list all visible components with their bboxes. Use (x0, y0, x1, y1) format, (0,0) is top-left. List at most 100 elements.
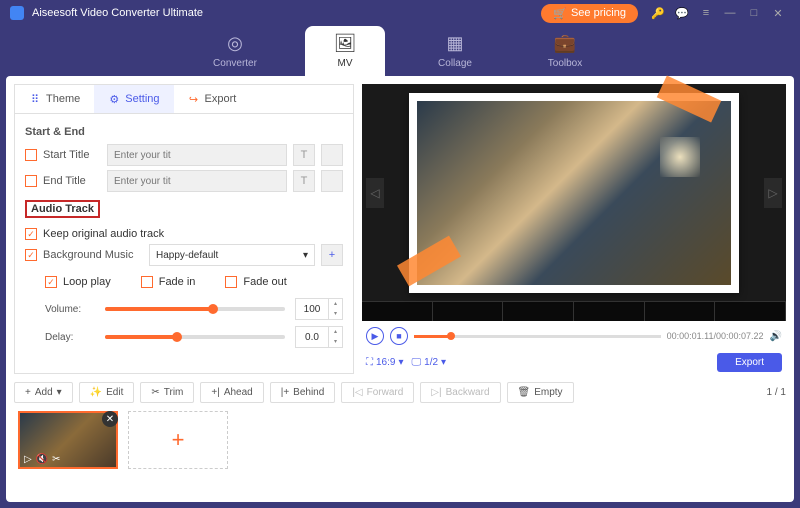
loop-play-label: Loop play (63, 276, 111, 288)
toolbox-icon: 💼 (554, 33, 576, 54)
page-indicator: 1 / 1 (767, 387, 786, 398)
trim-button[interactable]: ✂Trim (140, 382, 194, 403)
add-label: Add (35, 387, 53, 398)
nav-converter-label: Converter (213, 58, 257, 69)
mv-icon: 🖼 (334, 33, 357, 54)
start-title-extra-btn[interactable] (321, 144, 343, 166)
menu-icon[interactable]: ≡ (698, 5, 714, 21)
nav-toolbox[interactable]: 💼 Toolbox (525, 26, 605, 76)
volume-value-box[interactable]: 100▴▾ (295, 298, 343, 320)
add-button[interactable]: +Add▾ (14, 382, 73, 403)
clip-cut-icon[interactable]: ✂ (52, 454, 60, 465)
time-display: 00:00:01.11/00:00:07.22 (667, 331, 764, 341)
close-icon[interactable]: ✕ (770, 5, 786, 21)
monitor-icon: 🖵 (412, 357, 422, 368)
fade-in-label: Fade in (159, 276, 196, 288)
nav-collage-label: Collage (438, 58, 472, 69)
pricing-label: See pricing (571, 7, 626, 19)
collage-icon: ▦ (446, 33, 463, 54)
scissors-icon: ✂ (151, 387, 159, 398)
key-icon[interactable]: 🔑 (650, 5, 666, 21)
backward-icon: ▷| (431, 387, 441, 398)
stop-button[interactable]: ■ (390, 327, 408, 345)
top-nav: ◎ Converter 🖼 MV ▦ Collage 💼 Toolbox (0, 26, 800, 76)
empty-button[interactable]: 🗑Empty (507, 382, 574, 403)
bg-music-checkbox[interactable] (25, 249, 37, 261)
play-button[interactable]: ▶ (366, 327, 384, 345)
nav-toolbox-label: Toolbox (548, 58, 582, 69)
maximize-icon[interactable]: □ (746, 5, 762, 21)
delay-up[interactable]: ▴ (328, 327, 342, 337)
fade-out-checkbox[interactable] (225, 276, 237, 288)
loop-play-checkbox[interactable] (45, 276, 57, 288)
volume-slider[interactable] (105, 307, 285, 311)
start-title-checkbox[interactable] (25, 149, 37, 161)
feedback-icon[interactable]: 💬 (674, 5, 690, 21)
keep-original-label: Keep original audio track (43, 228, 164, 240)
preview-image (417, 101, 731, 285)
minimize-icon[interactable]: — (722, 5, 738, 21)
ahead-button[interactable]: +|Ahead (200, 382, 263, 403)
chevron-down-icon: ▾ (303, 250, 308, 261)
app-logo (10, 6, 24, 20)
ahead-label: Ahead (224, 387, 253, 398)
tab-setting-label: Setting (125, 93, 159, 105)
behind-icon: |+ (281, 387, 289, 398)
content-area: ⠿ Theme ⚙ Setting ↪ Export Start & End S… (6, 76, 794, 502)
volume-up[interactable]: ▴ (328, 299, 342, 309)
bg-music-select[interactable]: Happy-default ▾ (149, 244, 315, 266)
fade-in-checkbox[interactable] (141, 276, 153, 288)
nav-converter[interactable]: ◎ Converter (195, 26, 275, 76)
filmstrip (362, 301, 786, 321)
settings-tabs: ⠿ Theme ⚙ Setting ↪ Export (15, 85, 353, 114)
zoom-select[interactable]: 🖵1/2▾ (412, 357, 447, 368)
start-title-label: Start Title (43, 149, 101, 161)
volume-down[interactable]: ▾ (328, 309, 342, 319)
tab-export[interactable]: ↪ Export (174, 85, 251, 113)
grid-icon: ⠿ (29, 93, 41, 105)
end-title-text-btn[interactable]: T (293, 170, 315, 192)
see-pricing-button[interactable]: 🛒 See pricing (541, 4, 638, 23)
start-title-text-btn[interactable]: T (293, 144, 315, 166)
gear-icon: ⚙ (108, 93, 120, 105)
app-title: Aiseesoft Video Converter Ultimate (32, 7, 203, 19)
chevron-down-icon: ▾ (441, 357, 446, 368)
export-button[interactable]: Export (717, 353, 782, 372)
nav-mv[interactable]: 🖼 MV (305, 26, 385, 76)
keep-original-checkbox[interactable] (25, 228, 37, 240)
next-arrow[interactable]: ▷ (764, 178, 782, 208)
edit-button[interactable]: ✨Edit (79, 382, 135, 403)
preview-frame (409, 93, 739, 293)
delay-slider[interactable] (105, 335, 285, 339)
end-title-checkbox[interactable] (25, 175, 37, 187)
aspect-icon: ⛶ (366, 357, 373, 368)
end-title-extra-btn[interactable] (321, 170, 343, 192)
cart-icon: 🛒 (553, 7, 567, 20)
behind-button[interactable]: |+Behind (270, 382, 336, 403)
backward-button[interactable]: ▷| Backward (420, 382, 500, 403)
settings-panel: ⠿ Theme ⚙ Setting ↪ Export Start & End S… (14, 84, 354, 374)
aspect-ratio-select[interactable]: ⛶16:9▾ (366, 357, 404, 368)
clip-thumbnail[interactable]: ✕ ▷ 🔇 ✂ (18, 411, 118, 469)
add-clip-button[interactable]: + (128, 411, 228, 469)
clip-play-icon[interactable]: ▷ (24, 454, 32, 465)
tab-setting[interactable]: ⚙ Setting (94, 85, 173, 113)
clip-mute-icon[interactable]: 🔇 (36, 454, 48, 465)
delay-down[interactable]: ▾ (328, 337, 342, 347)
nav-collage[interactable]: ▦ Collage (415, 26, 495, 76)
nav-mv-label: MV (338, 58, 353, 69)
backward-label: Backward (446, 387, 490, 398)
start-title-input[interactable] (107, 144, 287, 166)
delay-value-box[interactable]: 0.0▴▾ (295, 326, 343, 348)
forward-icon: |◁ (352, 387, 362, 398)
aspect-value: 16:9 (376, 357, 395, 368)
forward-button[interactable]: |◁Forward (341, 382, 414, 403)
volume-label: Volume: (45, 304, 95, 315)
add-music-button[interactable]: + (321, 244, 343, 266)
end-title-input[interactable] (107, 170, 287, 192)
clip-remove-icon[interactable]: ✕ (102, 411, 118, 427)
prev-arrow[interactable]: ◁ (366, 178, 384, 208)
volume-icon[interactable]: 🔊 (770, 331, 782, 342)
progress-bar[interactable] (414, 335, 661, 338)
tab-theme[interactable]: ⠿ Theme (15, 85, 94, 113)
